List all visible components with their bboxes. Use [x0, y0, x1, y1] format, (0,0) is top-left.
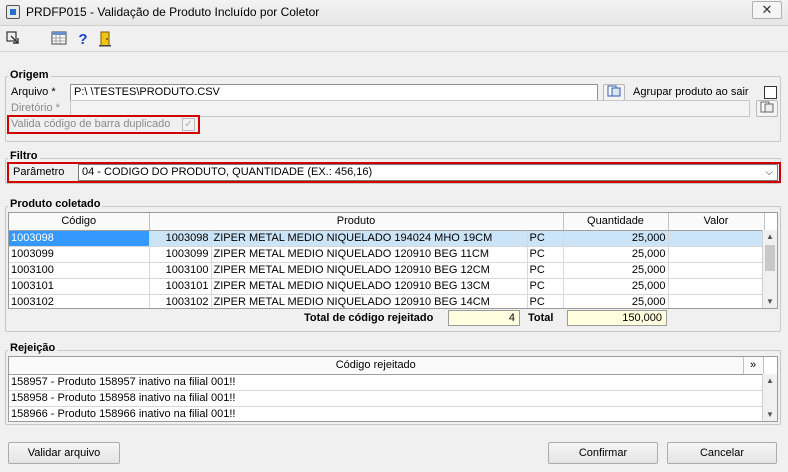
col-valor[interactable]: Valor — [668, 213, 765, 231]
arquivo-field[interactable]: P:\ \TESTES\PRODUTO.CSV — [70, 84, 598, 101]
cell-un: PC — [527, 246, 564, 263]
rejeicao-title: Rejeição — [8, 342, 58, 354]
title-bar: PRDFP015 - Validação de Produto Incluído… — [0, 0, 788, 26]
rejeicao-scrollbar[interactable]: ▲ ▼ — [762, 374, 777, 421]
table-row[interactable]: 1003098 1003098 ZIPER METAL MEDIO NIQUEL… — [9, 230, 765, 247]
cell-qtd: 25,000 — [563, 230, 669, 247]
cell-desc: ZIPER METAL MEDIO NIQUELADO 194024 MHO 1… — [211, 230, 528, 247]
cell-valor — [668, 262, 765, 279]
browse-file-button[interactable] — [603, 84, 625, 101]
cell-valor — [668, 294, 765, 308]
browse-directory-button[interactable] — [756, 100, 778, 117]
chevron-down-icon: ⌵ — [765, 167, 773, 178]
cell-valor — [668, 246, 765, 263]
scroll-down-icon[interactable]: ▼ — [763, 408, 777, 421]
total-label: Total — [528, 312, 554, 324]
exit-arrow-icon[interactable] — [4, 31, 22, 49]
total-value: 150,000 — [567, 310, 667, 326]
cell-prod-code: 1003101 — [149, 278, 212, 295]
cell-prod-code: 1003102 — [149, 294, 212, 308]
cell-codigo[interactable]: 1003101 — [9, 278, 150, 295]
col-codigo-rejeitado[interactable]: Código rejeitado — [9, 357, 744, 375]
table-row[interactable]: 158958 - Produto 158958 inativo na filia… — [9, 390, 764, 407]
cell-codigo[interactable]: 1003100 — [9, 262, 150, 279]
scroll-up-icon[interactable]: ▲ — [763, 374, 777, 388]
rejeicao-cell[interactable]: 158958 - Produto 158958 inativo na filia… — [9, 390, 764, 407]
parametro-value: 04 - CODIGO DO PRODUTO, QUANTIDADE (EX.:… — [82, 166, 373, 178]
produto-title: Produto coletado — [8, 198, 103, 210]
total-rejeitado-value: 4 — [448, 310, 520, 326]
parametro-select[interactable]: 04 - CODIGO DO PRODUTO, QUANTIDADE (EX.:… — [78, 164, 778, 181]
table-row[interactable]: 158966 - Produto 158966 inativo na filia… — [9, 406, 764, 421]
rejeicao-cell[interactable]: 158966 - Produto 158966 inativo na filia… — [9, 406, 764, 421]
valida-label: Valida código de barra duplicado — [11, 118, 171, 130]
cell-prod-code: 1003098 — [149, 230, 212, 247]
calculator-icon[interactable] — [50, 31, 68, 49]
cell-qtd: 25,000 — [563, 246, 669, 263]
diretorio-label: Diretório * — [11, 102, 60, 114]
table-row[interactable]: 1003102 1003102 ZIPER METAL MEDIO NIQUEL… — [9, 294, 765, 308]
cell-desc: ZIPER METAL MEDIO NIQUELADO 120910 BEG 1… — [211, 262, 528, 279]
table-row[interactable]: 1003101 1003101 ZIPER METAL MEDIO NIQUEL… — [9, 278, 765, 295]
cell-desc: ZIPER METAL MEDIO NIQUELADO 120910 BEG 1… — [211, 246, 528, 263]
rejeicao-cell[interactable]: 158957 - Produto 158957 inativo na filia… — [9, 374, 764, 391]
filtro-title: Filtro — [8, 150, 40, 162]
close-button[interactable]: ✕ — [752, 1, 782, 19]
confirmar-button[interactable]: Confirmar — [548, 442, 658, 464]
parametro-label: Parâmetro — [13, 166, 65, 178]
toolbar: ? — [0, 28, 788, 52]
cell-codigo[interactable]: 1003102 — [9, 294, 150, 308]
total-rejeitado-label: Total de código rejeitado — [304, 312, 434, 324]
cell-codigo[interactable]: 1003099 — [9, 246, 150, 263]
app-icon — [6, 5, 20, 19]
cell-un: PC — [527, 230, 564, 247]
scroll-up-icon[interactable]: ▲ — [763, 230, 777, 244]
col-produto[interactable]: Produto — [149, 213, 564, 231]
origem-title: Origem — [8, 69, 51, 81]
expand-columns-button[interactable]: » — [743, 357, 764, 375]
produto-table: Código Produto Quantidade Valor 1003098 … — [8, 212, 778, 309]
cell-codigo[interactable]: 1003098 — [9, 230, 150, 247]
cell-valor — [668, 278, 765, 295]
arquivo-label: Arquivo * — [11, 86, 56, 98]
col-codigo[interactable]: Código — [9, 213, 150, 231]
cell-un: PC — [527, 262, 564, 279]
scroll-down-icon[interactable]: ▼ — [763, 295, 777, 308]
agrupar-label: Agrupar produto ao sair — [633, 86, 749, 98]
cell-qtd: 25,000 — [563, 278, 669, 295]
cell-un: PC — [527, 278, 564, 295]
agrupar-checkbox[interactable] — [764, 86, 777, 99]
table-row[interactable]: 158957 - Produto 158957 inativo na filia… — [9, 374, 764, 391]
cancelar-button[interactable]: Cancelar — [667, 442, 777, 464]
cell-qtd: 25,000 — [563, 262, 669, 279]
col-quantidade[interactable]: Quantidade — [563, 213, 669, 231]
validar-arquivo-button[interactable]: Validar arquivo — [8, 442, 120, 464]
produto-scrollbar[interactable]: ▲ ▼ — [762, 230, 777, 308]
scroll-thumb[interactable] — [765, 245, 775, 271]
cell-qtd: 25,000 — [563, 294, 669, 308]
table-row[interactable]: 1003099 1003099 ZIPER METAL MEDIO NIQUEL… — [9, 246, 765, 263]
produto-header-row: Código Produto Quantidade Valor — [9, 213, 765, 231]
door-exit-icon[interactable] — [96, 31, 114, 49]
window-title: PRDFP015 - Validação de Produto Incluído… — [26, 5, 320, 19]
cell-un: PC — [527, 294, 564, 308]
rejeicao-table: Código rejeitado » 158957 - Produto 1589… — [8, 356, 778, 422]
table-row[interactable]: 1003100 1003100 ZIPER METAL MEDIO NIQUEL… — [9, 262, 765, 279]
valida-checkbox: ✓ — [182, 118, 195, 131]
rejeicao-header-row: Código rejeitado » — [9, 357, 764, 375]
cell-valor — [668, 230, 765, 247]
cell-prod-code: 1003099 — [149, 246, 212, 263]
cell-desc: ZIPER METAL MEDIO NIQUELADO 120910 BEG 1… — [211, 294, 528, 308]
cell-prod-code: 1003100 — [149, 262, 212, 279]
help-icon[interactable]: ? — [74, 31, 92, 49]
cell-desc: ZIPER METAL MEDIO NIQUELADO 120910 BEG 1… — [211, 278, 528, 295]
